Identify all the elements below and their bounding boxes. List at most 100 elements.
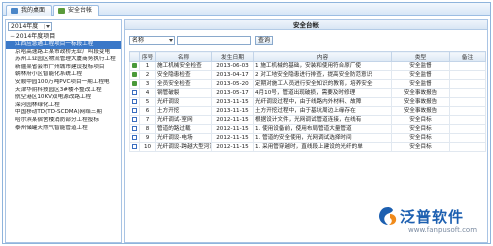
table-row[interactable]: 10 光纤调设-跨越大型河流 2012-11-15 1. 采用管穿越时，直线段上建设的…	[129, 142, 486, 152]
cell-note	[449, 115, 486, 125]
cell-note	[449, 124, 486, 134]
project-tree: − 2014年度项目 江西应急通工程项目一标段工程 京哈高速路上某市政桥无业厂叫…	[6, 33, 121, 132]
tree-item[interactable]: 天津华阴科技园区3#楼不整改工程	[6, 87, 121, 95]
cell-no: 9	[139, 133, 156, 143]
cell-status[interactable]	[129, 97, 140, 107]
tree-item[interactable]: 中国移动TD(TD-SCDMA)网络三期	[6, 109, 121, 117]
tab-bar: 我的桌面 安全台帐	[3, 3, 490, 16]
cell-date: 2012-11-15	[211, 115, 254, 125]
cell-name: 光纤调设	[155, 97, 212, 107]
panel-title: 安全台帐	[125, 20, 487, 30]
tree-item[interactable]: 朝林府小区智能化系统工程	[6, 71, 121, 79]
cell-date: 2013-11-15	[211, 97, 254, 107]
cell-content: 1. 采用管穿越时，直线段上建设的光纤的单	[253, 142, 392, 152]
cell-name: 钢管破裂	[155, 88, 212, 98]
cell-note	[449, 142, 486, 152]
cell-status[interactable]	[129, 115, 140, 125]
tree-item[interactable]: 航空港区10KV双电源改路工程	[6, 94, 121, 102]
cell-no: 8	[139, 124, 156, 134]
column-header[interactable]: 类型	[391, 51, 450, 62]
table-row[interactable]: 1 施工机械安全检查 2013-06-03 1 施工机械的基础，安装和使用符合原厂使安…	[129, 61, 486, 71]
cell-status[interactable]	[129, 133, 140, 143]
column-header[interactable]: 内容	[253, 51, 392, 62]
cell-status[interactable]	[129, 61, 140, 71]
table-row[interactable]: 6 土方开挖 2013-11-15 土方开挖过程中，由于基坑周边上缘存在 安全事故报告	[129, 106, 486, 116]
cell-type: 安全事故报告	[391, 88, 450, 98]
cell-no: 5	[139, 97, 156, 107]
cell-date: 2013-04-17	[211, 70, 254, 80]
edit-icon[interactable]	[132, 117, 137, 122]
search-field-select[interactable]: 名称	[129, 36, 175, 45]
cell-note	[449, 61, 486, 71]
column-header[interactable]: 序号	[139, 51, 156, 62]
cell-note	[449, 88, 486, 98]
edit-icon[interactable]	[132, 126, 137, 131]
tab-safety-ledger[interactable]: 安全台帐	[53, 5, 100, 16]
table-row[interactable]: 3 全员安全检查 2013-05-20 定期对施工人员进行安全知识的教育，培养安全 安全…	[129, 79, 486, 89]
tree-item[interactable]: 哈尔滨某宿舍楼消防部分工程投标	[6, 117, 121, 125]
query-button[interactable]: 查询	[255, 36, 273, 45]
tree-item[interactable]: 苏州工业园区物流管理大厦商务执行工程	[6, 56, 121, 64]
cell-name: 全员安全检查	[155, 79, 212, 89]
logo-url: www.fanpusoft.com	[408, 226, 478, 234]
column-header[interactable]: 备注	[449, 51, 486, 62]
cell-status[interactable]	[129, 88, 140, 98]
cell-name: 施工机械安全检查	[155, 61, 212, 71]
edit-icon[interactable]	[132, 108, 137, 113]
column-header[interactable]: 名称	[155, 51, 212, 62]
cell-status[interactable]	[129, 106, 140, 116]
lock-icon[interactable]	[132, 63, 137, 68]
tab-label: 安全台帐	[68, 7, 93, 14]
cell-date: 2012-11-15	[211, 124, 254, 134]
cell-date: 2013-05-20	[211, 79, 254, 89]
tree-item[interactable]: 安顺中园100万吨PVC项目一期工程电	[6, 79, 121, 87]
table-row[interactable]: 8 管道的路过载 2012-11-15 1. 使用设备前，使用布局管道大量管道 安全目标	[129, 124, 486, 134]
cell-date: 2013-05-17	[211, 88, 254, 98]
cell-name: 土方开挖	[155, 106, 212, 116]
collapse-icon[interactable]: −	[10, 33, 15, 41]
chevron-down-icon	[44, 24, 50, 29]
cell-name: 光纤调设-跨越大型河流	[155, 142, 212, 152]
column-header[interactable]	[129, 51, 140, 62]
cell-no: 10	[139, 142, 156, 152]
tree-item[interactable]: 京哈高速路上某市政桥无业厂叫段变电	[6, 49, 121, 57]
cell-type: 安全目标	[391, 124, 450, 134]
edit-icon[interactable]	[132, 99, 137, 104]
table-row[interactable]: 4 钢管破裂 2013-05-17 4月10号，管道出现破损，需要及时修理 安全事故报告	[129, 88, 486, 98]
year-select-value: 2014年度	[11, 23, 39, 30]
cell-content: 根据设计文件，光网调试管道连接，在线有	[253, 115, 392, 125]
edit-icon[interactable]	[132, 144, 137, 149]
cell-type: 安全事故报告	[391, 97, 450, 107]
table-row[interactable]: 2 安全隐患检查 2013-04-17 2 对工地安全隐患进行排查，提高安全防范意识安…	[129, 70, 486, 80]
edit-icon[interactable]	[132, 135, 137, 140]
cell-date: 2013-06-03	[211, 61, 254, 71]
tree-item[interactable]: 新疆某省会市广州城市建设投标项目	[6, 64, 121, 72]
cell-no: 1	[139, 61, 156, 71]
ledger-icon	[58, 8, 65, 14]
cell-content: 1 施工机械的基础，安装和使用符合原厂使	[253, 61, 392, 71]
cell-date: 2012-11-15	[211, 142, 254, 152]
cell-status[interactable]	[129, 70, 140, 80]
table-row[interactable]: 5 光纤调设 2013-11-15 光纤调设过程中，由于线路内外材料、故障 安全事故报告	[129, 97, 486, 107]
cell-content: 光纤调设过程中，由于线路内外材料、故障	[253, 97, 392, 107]
brand-logo: 泛普软件 www.fanpusoft.com	[378, 204, 490, 244]
tree-item[interactable]: 泰州储罐天然气智能管道工程	[6, 125, 121, 133]
table-row[interactable]: 7 光纤调试-室网 2012-11-15 根据设计文件，光网调试管道连接，在线有 安全目…	[129, 115, 486, 125]
cell-status[interactable]	[129, 79, 140, 89]
column-header[interactable]: 发生日期	[211, 51, 254, 62]
year-select[interactable]: 2014年度	[8, 22, 52, 31]
search-input[interactable]	[177, 36, 251, 45]
logo-mark-icon	[379, 207, 397, 225]
lock-icon[interactable]	[132, 72, 137, 77]
cell-status[interactable]	[129, 142, 140, 152]
table-row[interactable]: 9 光纤调设-电场 2012-11-15 1. 管道的安全使用，光网调试选择时间 安全目…	[129, 133, 486, 143]
cell-status[interactable]	[129, 124, 140, 134]
tree-root[interactable]: − 2014年度项目	[6, 33, 121, 41]
cell-note	[449, 97, 486, 107]
cell-content: 1. 使用设备前，使用布局管道大量管道	[253, 124, 392, 134]
tree-item[interactable]: 江西应急通工程项目一标段工程	[6, 41, 121, 49]
tab-my-desktop[interactable]: 我的桌面	[6, 5, 53, 16]
lock-icon[interactable]	[132, 81, 137, 86]
edit-icon[interactable]	[132, 90, 137, 95]
tree-item[interactable]: 滦河园林绿化工程	[6, 102, 121, 110]
